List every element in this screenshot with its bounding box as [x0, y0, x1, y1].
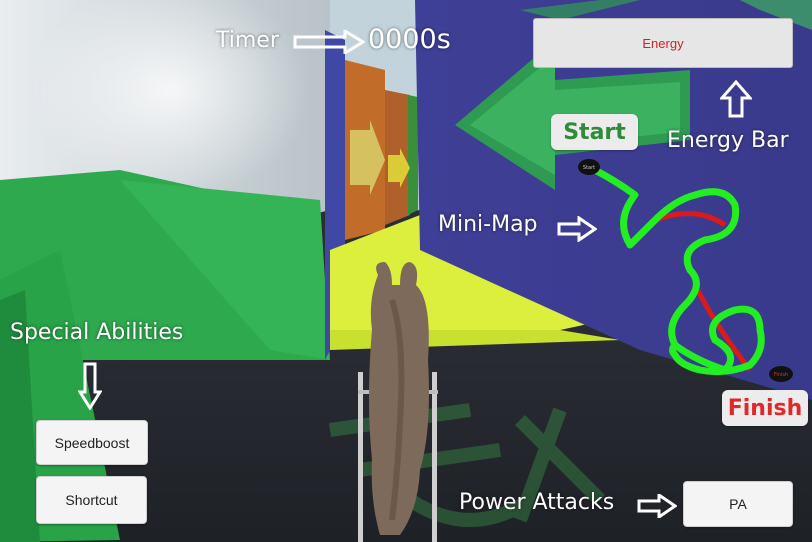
timer-value: 0000s — [368, 24, 451, 55]
speedboost-button-label: Speedboost — [54, 434, 130, 451]
minimap-finish-tag-label: Finish — [727, 395, 803, 421]
speedboost-button[interactable]: Speedboost — [36, 420, 148, 465]
minimap-annotation: Mini-Map — [438, 212, 538, 237]
timer-annotation-label: Timer — [216, 28, 279, 53]
arrow-up-icon — [720, 80, 752, 118]
energy-bar-label: Energy — [642, 35, 684, 51]
minimap-start-tag-label: Start — [563, 119, 626, 145]
shortcut-button[interactable]: Shortcut — [36, 476, 147, 524]
minimap-finish-dot-label: Finish — [774, 372, 788, 378]
minimap-shortcut-path — [654, 211, 752, 372]
arrow-right-icon — [637, 494, 677, 518]
special-abilities-annotation: Special Abilities — [10, 320, 184, 345]
power-attack-button[interactable]: PA — [683, 481, 793, 527]
minimap: Start Finish — [578, 159, 793, 382]
arrow-right-icon — [293, 30, 365, 54]
arrow-down-icon — [78, 362, 102, 410]
shortcut-button-label: Shortcut — [65, 492, 118, 508]
minimap-track — [585, 163, 765, 376]
power-attack-button-label: PA — [729, 496, 747, 512]
minimap-finish-tag: Finish — [722, 390, 808, 426]
energy-bar-annotation: Energy Bar — [667, 128, 789, 153]
power-attacks-annotation: Power Attacks — [459, 490, 615, 515]
energy-bar: Energy — [533, 18, 793, 68]
minimap-start-dot-label: Start — [583, 165, 595, 171]
minimap-start-tag: Start — [551, 114, 638, 150]
